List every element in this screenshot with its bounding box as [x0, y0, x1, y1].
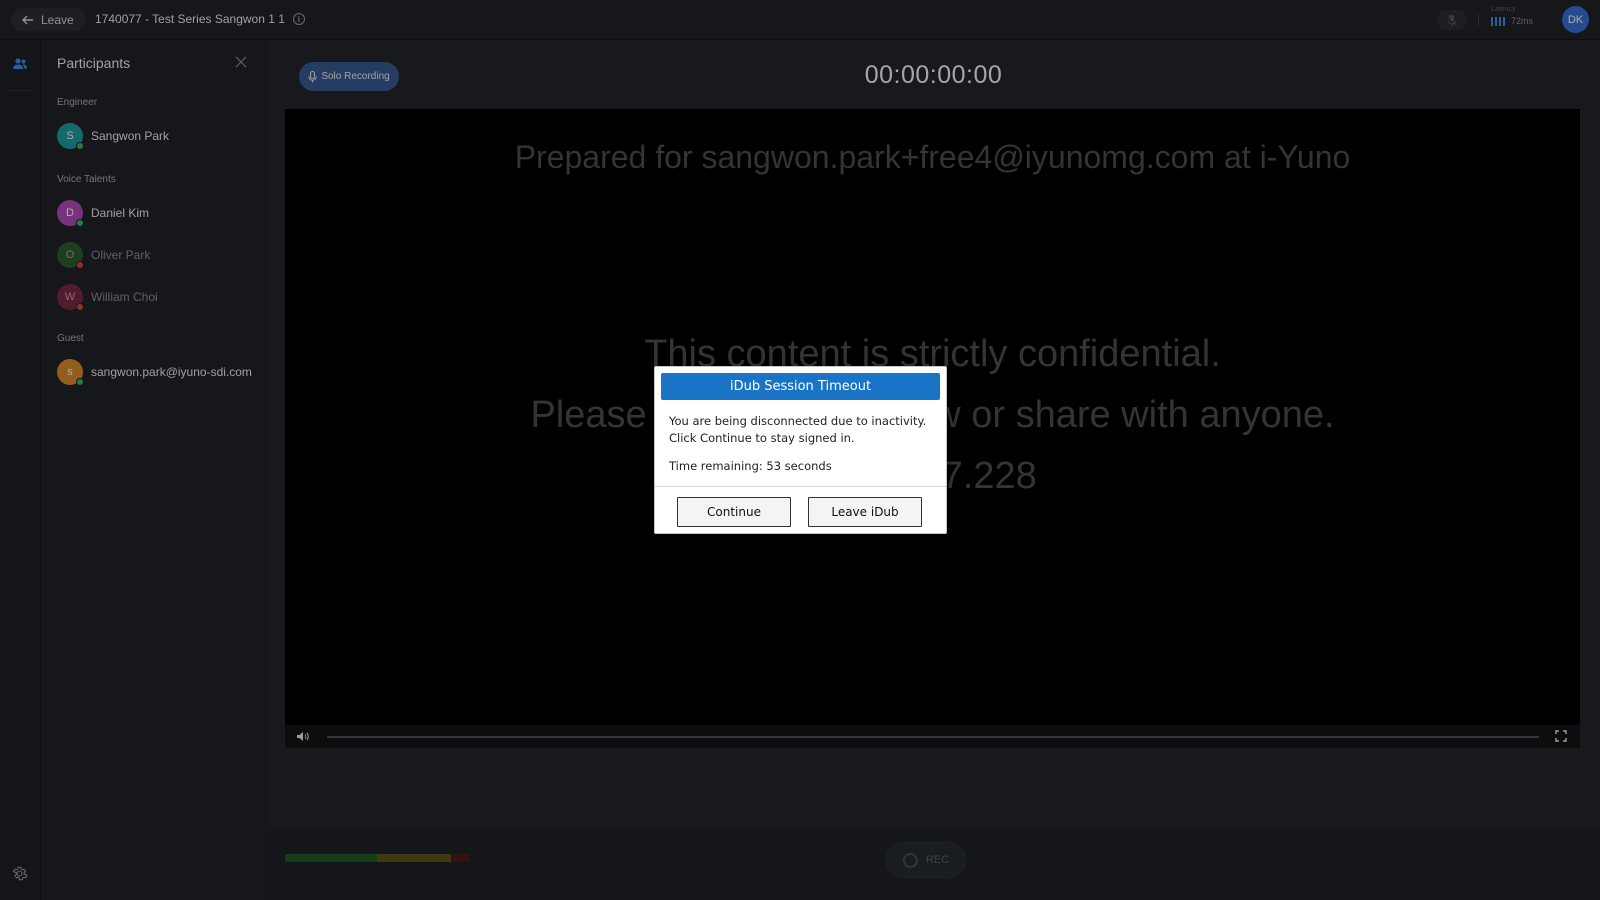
continue-button[interactable]: Continue — [677, 497, 791, 527]
dialog-title: iDub Session Timeout — [661, 373, 940, 400]
session-timeout-dialog: iDub Session Timeout You are being disco… — [654, 366, 947, 534]
divider — [655, 486, 946, 487]
dialog-message-line: You are being disconnected due to inacti… — [669, 414, 927, 428]
dialog-message: You are being disconnected due to inacti… — [669, 413, 939, 447]
dialog-message-line: Click Continue to stay signed in. — [669, 431, 855, 445]
leave-idub-button[interactable]: Leave iDub — [808, 497, 922, 527]
time-remaining: Time remaining: 53 seconds — [669, 459, 832, 473]
